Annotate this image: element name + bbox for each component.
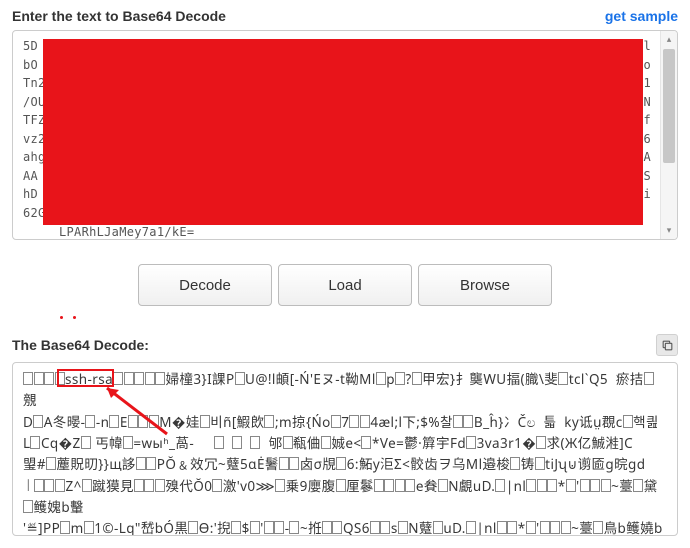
input-label: Enter the text to Base64 Decode xyxy=(12,8,226,24)
scroll-down-arrow[interactable]: ▾ xyxy=(661,222,677,239)
load-button[interactable]: Load xyxy=(278,264,412,306)
scrollbar[interactable]: ▴ ▾ xyxy=(660,31,677,239)
decode-button[interactable]: Decode xyxy=(138,264,272,306)
input-container: 5D bO Tn2 /OU TFZ vz2 ahg AA hD 62Gtl Nl… xyxy=(12,30,678,240)
output-container: ssh-rsa婦橦3}I課PU@!l頔[-Ń'Eヌ-t靿Mlp?甲宏}扌龑WU揊… xyxy=(12,362,678,536)
output-label: The Base64 Decode: xyxy=(12,337,149,353)
scroll-up-arrow[interactable]: ▴ xyxy=(661,31,677,48)
scrollbar-thumb[interactable] xyxy=(663,49,675,163)
decoded-output[interactable]: ssh-rsa婦橦3}I課PU@!l頔[-Ń'Eヌ-t靿Mlp?甲宏}扌龑WU揊… xyxy=(13,363,677,536)
decorative-dots xyxy=(60,316,76,319)
base64-input[interactable]: 5D bO Tn2 /OU TFZ vz2 ahg AA hD 62Gtl Nl… xyxy=(13,31,677,239)
browse-button[interactable]: Browse xyxy=(418,264,552,306)
get-sample-link[interactable]: get sample xyxy=(605,8,678,24)
copy-icon[interactable] xyxy=(656,334,678,356)
